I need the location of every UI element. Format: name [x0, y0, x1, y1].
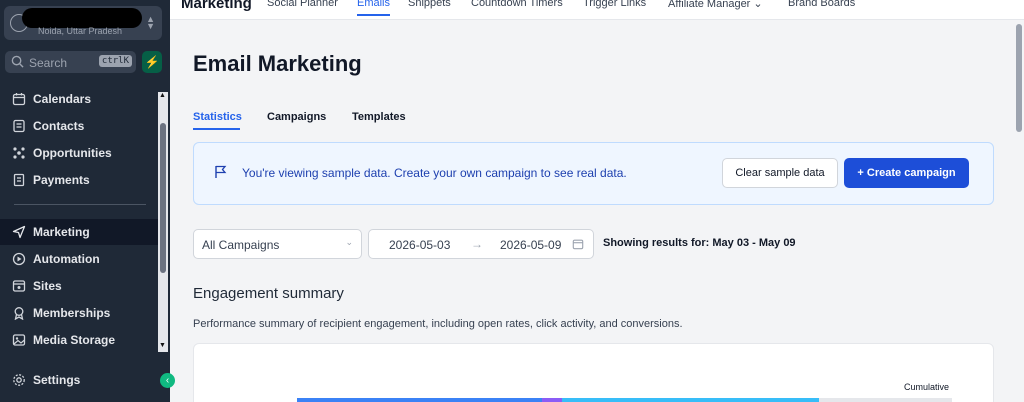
search-icon: [11, 55, 24, 68]
search-input[interactable]: Search ctrlK: [5, 51, 136, 73]
results-range-text: Showing results for: May 03 - May 09: [603, 237, 796, 249]
tab-campaigns[interactable]: Campaigns: [267, 111, 326, 123]
sidebar-item-payments[interactable]: Payments: [0, 167, 158, 193]
memberships-icon: [14, 307, 24, 320]
tab-countdown-timers[interactable]: Countdown Timers: [471, 0, 563, 9]
plus-icon: +: [857, 167, 864, 179]
sidebar-item-opportunities[interactable]: Opportunities: [0, 140, 158, 166]
clear-sample-data-button[interactable]: Clear sample data: [722, 158, 838, 188]
engagement-summary-title: Engagement summary: [193, 285, 344, 302]
sidebar-item-label: Calendars: [33, 92, 92, 106]
scroll-down-arrow-icon[interactable]: ▼: [159, 342, 166, 349]
chevron-updown-icon: ▲ ▼: [146, 14, 155, 31]
opportunities-icon: [13, 147, 25, 159]
sidebar-item-settings[interactable]: Settings: [0, 367, 158, 393]
sites-icon: [12, 280, 26, 292]
tab-brand-boards[interactable]: Brand Boards: [788, 0, 855, 9]
chevron-down-icon: ⌄: [345, 237, 353, 247]
sidebar-item-label: Marketing: [33, 225, 90, 239]
funnel-segment: [297, 398, 542, 402]
tab-affiliate-manager[interactable]: Affiliate Manager ⌄: [668, 0, 763, 10]
sidebar-item-label: Opportunities: [33, 146, 112, 160]
media-icon: [12, 334, 26, 346]
engagement-chart-card: Cumulative: [193, 343, 994, 402]
top-navigation: Marketing Social Planner Emails Snippets…: [170, 0, 1024, 20]
tab-statistics[interactable]: Statistics: [193, 111, 242, 123]
sidebar: Noida, Uttar Pradesh ▲ ▼ Search ctrlK ⚡ C…: [0, 0, 170, 402]
account-name-redacted: [22, 8, 142, 28]
sidebar-item-marketing[interactable]: Marketing: [0, 219, 158, 245]
sidebar-item-memberships[interactable]: Memberships: [0, 300, 158, 326]
account-switcher[interactable]: Noida, Uttar Pradesh ▲ ▼: [4, 6, 162, 40]
sidebar-scroll-thumb[interactable]: [160, 123, 166, 273]
sidebar-item-calendars[interactable]: Calendars: [0, 86, 158, 112]
create-campaign-label: Create campaign: [866, 167, 956, 179]
module-title: Marketing: [181, 0, 252, 12]
search-placeholder: Search: [29, 56, 68, 70]
account-location: Noida, Uttar Pradesh: [38, 26, 123, 36]
sidebar-item-automation[interactable]: Automation: [0, 246, 158, 272]
tab-social-planner[interactable]: Social Planner: [267, 0, 338, 9]
date-start: 2026-05-03: [389, 238, 451, 252]
quick-action-bolt-icon[interactable]: ⚡: [142, 51, 162, 73]
sidebar-item-media-storage[interactable]: Media Storage: [0, 327, 158, 353]
campaign-select-value: All Campaigns: [202, 238, 280, 252]
sidebar-item-label: Contacts: [33, 119, 85, 133]
funnel-segment: [542, 398, 562, 402]
send-icon: [12, 225, 26, 239]
sidebar-item-label: Payments: [33, 173, 90, 187]
automation-icon: [12, 252, 26, 266]
sidebar-item-label: Sites: [33, 279, 62, 293]
cumulative-label: Cumulative: [904, 382, 950, 392]
tab-trigger-links[interactable]: Trigger Links: [583, 0, 646, 9]
sidebar-item-sites[interactable]: Sites: [0, 273, 158, 299]
page-title: Email Marketing: [193, 51, 362, 76]
sidebar-item-label: Automation: [33, 252, 100, 266]
date-end: 2026-05-09: [500, 238, 562, 252]
search-shortcut-badge: ctrlK: [98, 55, 132, 67]
collapse-sidebar-icon[interactable]: ‹: [160, 373, 175, 388]
calendar-icon: [12, 93, 26, 106]
sidebar-item-contacts[interactable]: Contacts: [0, 113, 158, 139]
flag-icon: [215, 165, 227, 178]
chevron-down-icon: ⌄: [753, 0, 763, 10]
tab-emails[interactable]: Emails: [357, 0, 391, 16]
engagement-summary-description: Performance summary of recipient engagem…: [193, 318, 683, 330]
arrow-right-icon: →: [471, 237, 483, 251]
sidebar-item-label: Settings: [33, 373, 81, 387]
gear-icon: [13, 374, 25, 386]
campaign-select[interactable]: All Campaigns ⌄: [193, 229, 362, 259]
active-tab-indicator: [193, 128, 240, 130]
page-scrollbar[interactable]: [1016, 24, 1022, 132]
sidebar-item-label: Memberships: [33, 306, 111, 320]
scroll-up-arrow-icon[interactable]: ▲: [159, 92, 166, 99]
payments-icon: [13, 173, 25, 187]
funnel-segment: [562, 398, 819, 402]
date-range-picker[interactable]: 2026-05-03 → 2026-05-09: [368, 229, 594, 259]
tab-templates[interactable]: Templates: [352, 111, 406, 123]
tab-snippets[interactable]: Snippets: [408, 0, 451, 9]
tab-affiliate-manager-label: Affiliate Manager: [668, 0, 751, 10]
create-campaign-button[interactable]: + Create campaign: [844, 158, 969, 188]
cumulative-bar: [904, 398, 952, 402]
sidebar-item-label: Media Storage: [33, 333, 116, 347]
contacts-icon: [13, 119, 25, 133]
sample-data-banner: You're viewing sample data. Create your …: [193, 142, 994, 205]
engagement-funnel-bar: [297, 398, 922, 402]
banner-message: You're viewing sample data. Create your …: [242, 166, 627, 180]
calendar-icon: [572, 239, 584, 250]
sidebar-divider: [14, 204, 146, 205]
